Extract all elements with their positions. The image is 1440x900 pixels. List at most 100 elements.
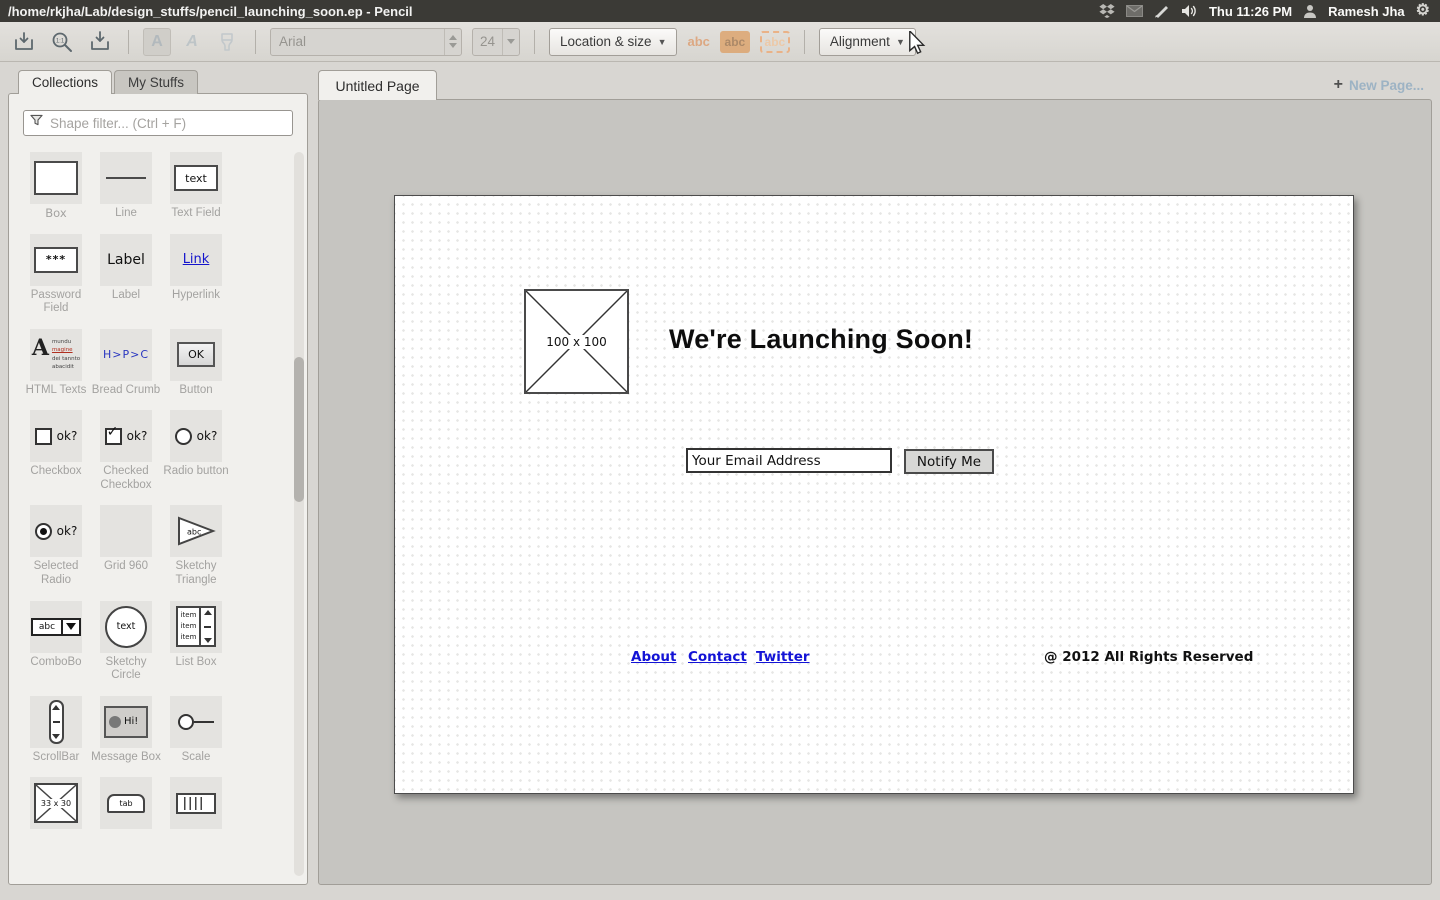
svg-text:abc: abc bbox=[187, 528, 201, 537]
shape-label: Selected Radio bbox=[21, 560, 91, 587]
about-link[interactable]: About bbox=[631, 649, 676, 665]
twitter-link[interactable]: Twitter bbox=[756, 649, 810, 665]
hyperlink-shape-icon: Link bbox=[170, 234, 222, 286]
main-area: Untitled Page + New Page... 100 x 100 We… bbox=[318, 70, 1432, 885]
shape-sketchy-circle[interactable]: text Sketchy Circle bbox=[91, 601, 161, 683]
gear-icon[interactable]: ⚙ bbox=[1416, 4, 1430, 18]
checked-checkbox-shape-icon: ✓ok? bbox=[100, 410, 152, 462]
button-shape-icon: OK bbox=[170, 329, 222, 381]
volume-icon[interactable] bbox=[1181, 4, 1198, 18]
checkbox-shape-icon: ok? bbox=[30, 410, 82, 462]
shape-label: Scale bbox=[182, 751, 211, 765]
new-page-button[interactable]: + New Page... bbox=[1334, 76, 1424, 94]
shape-label: Grid 960 bbox=[104, 560, 148, 574]
shape-sidebar: Collections My Stuffs Box Line bbox=[8, 70, 308, 885]
shape-password-field[interactable]: *** Password Field bbox=[21, 234, 91, 316]
shape-scale[interactable]: Scale bbox=[161, 696, 231, 765]
user-menu[interactable]: Ramesh Jha bbox=[1328, 4, 1405, 19]
canvas-panel[interactable]: 100 x 100 We're Launching Soon! Notify M… bbox=[318, 99, 1432, 885]
scale-shape-icon bbox=[170, 696, 222, 748]
shape-radio-button[interactable]: ok? Radio button bbox=[161, 410, 231, 492]
font-family-select[interactable]: Arial bbox=[270, 28, 462, 56]
alignment-button[interactable]: Alignment ▼ bbox=[819, 28, 916, 56]
shape-label: Radio button bbox=[163, 465, 228, 479]
zoom-one-to-one-icon[interactable]: 1:1 bbox=[48, 28, 76, 56]
new-page-label: New Page... bbox=[1349, 78, 1424, 93]
italic-button[interactable]: A bbox=[181, 33, 203, 51]
chevron-down-icon: ▼ bbox=[658, 37, 667, 47]
plus-icon: + bbox=[1334, 76, 1343, 94]
location-size-label: Location & size bbox=[560, 34, 652, 49]
contact-link[interactable]: Contact bbox=[688, 649, 747, 665]
message-box-shape-icon: Hi! bbox=[100, 696, 152, 748]
clock[interactable]: Thu 11:26 PM bbox=[1209, 4, 1292, 19]
font-size-spinner[interactable] bbox=[502, 29, 519, 55]
document-page[interactable]: 100 x 100 We're Launching Soon! Notify M… bbox=[394, 195, 1354, 794]
tab-my-stuffs[interactable]: My Stuffs bbox=[114, 70, 198, 94]
launching-soon-heading[interactable]: We're Launching Soon! bbox=[669, 324, 973, 355]
shape-label: Sketchy Circle bbox=[91, 656, 161, 683]
radio-shape-icon: ok? bbox=[170, 410, 222, 462]
shape-progress-bar[interactable] bbox=[161, 777, 231, 833]
shape-label: Checked Checkbox bbox=[91, 465, 161, 492]
line-shape-icon bbox=[100, 152, 152, 204]
shape-label: ComboBo bbox=[30, 656, 81, 670]
bread-crumb-shape-icon: H>P>C bbox=[100, 329, 152, 381]
shape-text-field[interactable]: text Text Field bbox=[161, 152, 231, 221]
shape-message-box[interactable]: Hi! Message Box bbox=[91, 696, 161, 765]
dropbox-icon[interactable] bbox=[1099, 4, 1115, 18]
toolbar-separator bbox=[128, 30, 129, 54]
shape-label: List Box bbox=[176, 656, 217, 670]
stroke-color-button[interactable]: abc bbox=[760, 31, 790, 53]
box-shape-icon bbox=[30, 152, 82, 204]
shape-label: Hyperlink bbox=[172, 289, 220, 303]
bold-button[interactable]: A bbox=[143, 28, 171, 56]
shape-filter-input[interactable] bbox=[48, 115, 286, 132]
format-brush-icon[interactable] bbox=[213, 28, 241, 56]
shape-image-placeholder[interactable]: 33 x 30 bbox=[21, 777, 91, 833]
notify-me-button[interactable]: Notify Me bbox=[904, 449, 994, 474]
fill-color-button[interactable]: abc bbox=[720, 31, 750, 53]
text-color-button[interactable]: abc bbox=[687, 34, 709, 49]
email-field[interactable] bbox=[686, 448, 892, 473]
shape-html-texts[interactable]: A mundumaginedei tanntoabacidit HTML Tex… bbox=[21, 329, 91, 398]
shape-bread-crumb[interactable]: H>P>C Bread Crumb bbox=[91, 329, 161, 398]
shape-filter[interactable] bbox=[23, 110, 293, 136]
shape-hyperlink[interactable]: Link Hyperlink bbox=[161, 234, 231, 316]
shape-grid-960[interactable]: Grid 960 bbox=[91, 505, 161, 587]
sketchy-circle-shape-icon: text bbox=[100, 601, 152, 653]
combobox-shape-icon: abc bbox=[30, 601, 82, 653]
shape-label-tool[interactable]: Label Label bbox=[91, 234, 161, 316]
shape-scrollbar[interactable]: ScrollBar bbox=[21, 696, 91, 765]
shape-label: Bread Crumb bbox=[92, 384, 160, 398]
shape-checked-checkbox[interactable]: ✓ok? Checked Checkbox bbox=[91, 410, 161, 492]
shape-list: Box Line text Text Field *** Password Fi… bbox=[15, 152, 291, 880]
shape-sketchy-triangle[interactable]: abc Sketchy Triangle bbox=[161, 505, 231, 587]
shape-label: Button bbox=[179, 384, 212, 398]
font-family-spinner[interactable] bbox=[444, 29, 461, 55]
tab-collections[interactable]: Collections bbox=[18, 70, 112, 94]
mail-icon[interactable] bbox=[1126, 5, 1143, 17]
save-icon[interactable] bbox=[10, 28, 38, 56]
system-tray: Thu 11:26 PM Ramesh Jha ⚙ bbox=[1099, 4, 1440, 19]
export-icon[interactable] bbox=[86, 28, 114, 56]
shape-selected-radio[interactable]: ok? Selected Radio bbox=[21, 505, 91, 587]
shape-combobox[interactable]: abc ComboBo bbox=[21, 601, 91, 683]
sidebar-scrollbar[interactable] bbox=[294, 152, 304, 876]
shape-tab[interactable]: tab bbox=[91, 777, 161, 833]
shape-box[interactable]: Box bbox=[21, 152, 91, 221]
shape-button[interactable]: OK Button bbox=[161, 329, 231, 398]
location-size-button[interactable]: Location & size ▼ bbox=[549, 28, 677, 56]
shape-list-box[interactable]: itemitemitem List Box bbox=[161, 601, 231, 683]
pen-icon[interactable] bbox=[1154, 4, 1170, 18]
sidebar-scrollbar-thumb[interactable] bbox=[294, 357, 304, 502]
filter-funnel-icon bbox=[30, 114, 43, 132]
shape-label: Box bbox=[45, 207, 66, 221]
shape-label: ScrollBar bbox=[33, 751, 80, 765]
tab-untitled-page[interactable]: Untitled Page bbox=[318, 70, 437, 100]
image-placeholder-100[interactable]: 100 x 100 bbox=[524, 289, 629, 394]
shape-checkbox[interactable]: ok? Checkbox bbox=[21, 410, 91, 492]
shape-line[interactable]: Line bbox=[91, 152, 161, 221]
font-size-select[interactable]: 24 bbox=[472, 28, 520, 56]
shape-label: Message Box bbox=[91, 751, 161, 765]
